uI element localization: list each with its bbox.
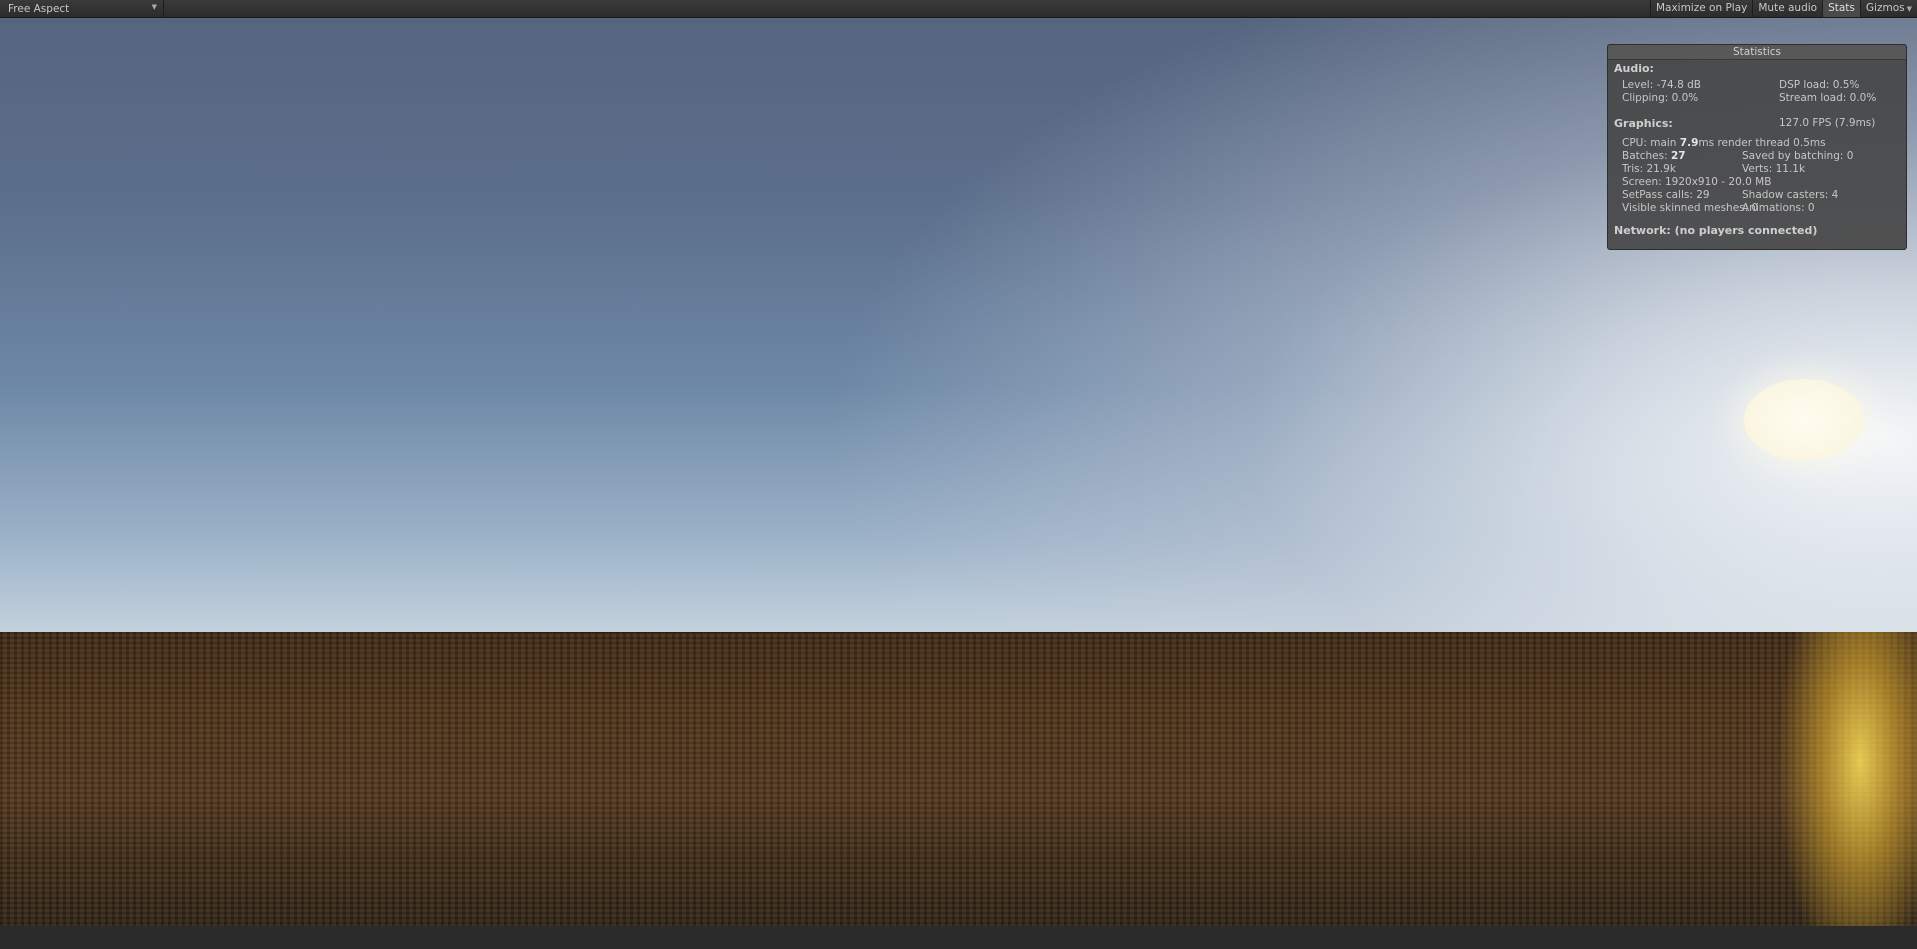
ground-plane [0, 632, 1917, 926]
game-view-toolbar: Free Aspect ▼ Maximize on Play Mute audi… [0, 0, 1917, 18]
fps-readout: 127.0 FPS (7.9ms) [1779, 117, 1876, 129]
aspect-dropdown[interactable]: Free Aspect ▼ [0, 0, 164, 17]
cpu-suffix: ms render thread 0.5ms [1698, 137, 1826, 149]
horizon-line [382, 632, 1255, 633]
aspect-label: Free Aspect [8, 2, 70, 15]
batches-value: 27 [1671, 150, 1686, 162]
dropdown-arrow-icon: ▼ [151, 3, 157, 11]
dsp-load: DSP load: 0.5% [1779, 79, 1860, 91]
dropdown-arrow-icon: ▼ [1906, 5, 1912, 13]
cpu-prefix: CPU: main [1622, 137, 1680, 149]
visible-skinned-meshes: Visible skinned meshes: 0 [1622, 202, 1759, 214]
batches: Batches: 27 [1622, 150, 1686, 162]
game-viewport[interactable]: Statistics Audio: Level: -74.8 dB DSP lo… [0, 18, 1917, 926]
audio-header: Audio: [1614, 62, 1654, 75]
statistics-title: Statistics [1608, 45, 1906, 60]
cpu-main-value: 7.9 [1679, 137, 1699, 149]
maximize-on-play-toggle[interactable]: Maximize on Play [1649, 0, 1752, 17]
batches-prefix: Batches: [1622, 150, 1671, 162]
setpass-calls: SetPass calls: 29 [1622, 189, 1710, 201]
gizmos-dropdown[interactable]: Gizmos ▼ [1859, 0, 1917, 17]
audio-clipping: Clipping: 0.0% [1622, 92, 1699, 104]
audio-level: Level: -74.8 dB [1622, 79, 1701, 91]
cpu-time: CPU: main 7.9ms render thread 0.5ms [1622, 137, 1826, 149]
mute-audio-toggle[interactable]: Mute audio [1752, 0, 1822, 17]
shadow-casters: Shadow casters: 4 [1742, 189, 1839, 201]
bottom-bar [0, 926, 1917, 949]
tris: Tris: 21.9k [1622, 163, 1676, 175]
gizmos-label: Gizmos [1865, 2, 1905, 14]
toolbar-right-group: Maximize on Play Mute audio Stats Gizmos… [1649, 0, 1917, 17]
statistics-panel: Statistics Audio: Level: -74.8 dB DSP lo… [1607, 44, 1907, 250]
saved-by-batching: Saved by batching: 0 [1742, 150, 1854, 162]
verts: Verts: 11.1k [1742, 163, 1806, 175]
screen-info: Screen: 1920x910 - 20.0 MB [1622, 176, 1772, 188]
stream-load: Stream load: 0.0% [1779, 92, 1877, 104]
stats-toggle[interactable]: Stats [1822, 0, 1860, 17]
sun [1744, 379, 1864, 461]
graphics-header: Graphics: [1614, 117, 1673, 130]
network-status: Network: (no players connected) [1614, 224, 1818, 237]
animations: Animations: 0 [1742, 202, 1815, 214]
